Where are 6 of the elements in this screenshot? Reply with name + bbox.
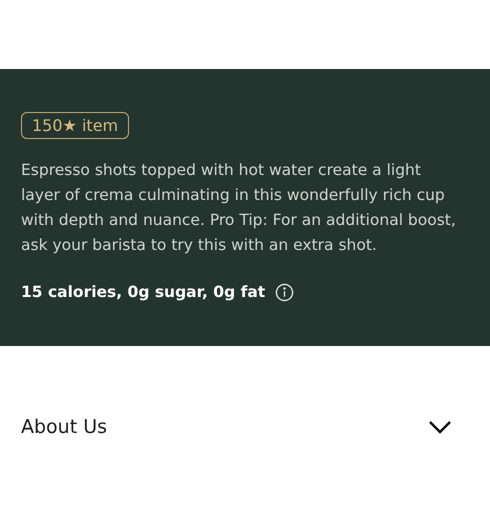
accordion-header[interactable]: About Us xyxy=(0,406,490,448)
nutrition-summary: 15 calories, 0g sugar, 0g fat xyxy=(21,282,266,303)
reward-badge: 150★ item xyxy=(21,112,130,139)
chevron-icon xyxy=(428,420,452,434)
product-description: Espresso shots topped with hot water create a light layer of crema culminating in this wonderfully rich cup with depth and nuance. Pro Tip: For an additional boost, ask your barista to try this with an extra shot. xyxy=(21,160,457,256)
info-icon[interactable] xyxy=(275,283,294,302)
